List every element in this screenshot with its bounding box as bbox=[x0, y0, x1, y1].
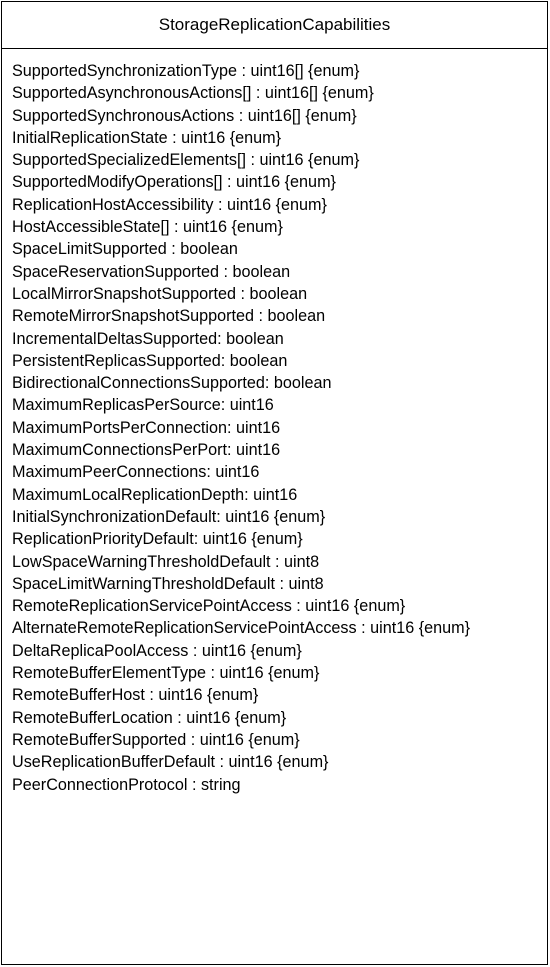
class-attribute: LowSpaceWarningThresholdDefault : uint8 bbox=[12, 552, 320, 571]
class-attribute: MaximumPeerConnections: uint16 bbox=[12, 463, 260, 482]
class-attribute: PersistentReplicasSupported: boolean bbox=[12, 351, 288, 370]
attribute-list: SupportedSynchronizationType : uint16[] … bbox=[2, 49, 547, 796]
class-attribute: SupportedSynchronizationType : uint16[] … bbox=[12, 62, 360, 80]
class-attribute: RemoteReplicationServicePointAccess : ui… bbox=[12, 597, 406, 616]
class-attribute: InitialReplicationState : uint16 {enum} bbox=[12, 128, 282, 147]
class-attribute: RemoteMirrorSnapshotSupported : boolean bbox=[12, 307, 326, 326]
class-attribute: PeerConnectionProtocol : string bbox=[12, 775, 241, 794]
class-name: StorageReplicationCapabilities bbox=[2, 2, 547, 49]
class-attribute: SupportedSpecializedElements[] : uint16 … bbox=[12, 151, 360, 170]
class-attribute: MaximumConnectionsPerPort: uint16 bbox=[12, 441, 281, 460]
class-attribute: MaximumPortsPerConnection: uint16 bbox=[12, 418, 281, 437]
class-attribute: RemoteBufferHost : uint16 {enum} bbox=[12, 686, 259, 705]
class-attribute: MaximumLocalReplicationDepth: uint16 bbox=[12, 485, 298, 504]
class-attribute: SpaceLimitWarningThresholdDefault : uint… bbox=[12, 574, 324, 593]
class-attribute: DeltaReplicaPoolAccess : uint16 {enum} bbox=[12, 641, 302, 660]
class-attribute: SupportedModifyOperations[] : uint16 {en… bbox=[12, 173, 336, 192]
class-attribute: ReplicationHostAccessibility : uint16 {e… bbox=[12, 195, 327, 214]
class-attribute: SupportedSynchronousActions : uint16[] {… bbox=[12, 106, 357, 125]
class-attribute: MaximumReplicasPerSource: uint16 bbox=[12, 396, 274, 415]
class-attribute: IncrementalDeltasSupported: boolean bbox=[12, 329, 284, 348]
class-attribute: InitialSynchronizationDefault: uint16 {e… bbox=[12, 507, 326, 526]
class-attribute: BidirectionalConnectionsSupported: boole… bbox=[12, 374, 332, 393]
uml-class-box: StorageReplicationCapabilities Supported… bbox=[1, 1, 548, 965]
class-attribute: SupportedAsynchronousActions[] : uint16[… bbox=[12, 84, 374, 103]
class-attribute: RemoteBufferElementType : uint16 {enum} bbox=[12, 664, 320, 683]
class-attribute: SpaceLimitSupported : boolean bbox=[12, 240, 238, 259]
class-attribute: RemoteBufferSupported : uint16 {enum} bbox=[12, 730, 300, 749]
class-attribute: AlternateRemoteReplicationServicePointAc… bbox=[12, 619, 471, 638]
class-attribute: ReplicationPriorityDefault: uint16 {enum… bbox=[12, 530, 303, 549]
class-attribute: HostAccessibleState[] : uint16 {enum} bbox=[12, 218, 283, 237]
class-attribute: LocalMirrorSnapshotSupported : boolean bbox=[12, 284, 308, 303]
class-attribute: SpaceReservationSupported : boolean bbox=[12, 262, 291, 281]
class-attribute: RemoteBufferLocation : uint16 {enum} bbox=[12, 708, 287, 727]
class-attribute: UseReplicationBufferDefault : uint16 {en… bbox=[12, 753, 329, 772]
